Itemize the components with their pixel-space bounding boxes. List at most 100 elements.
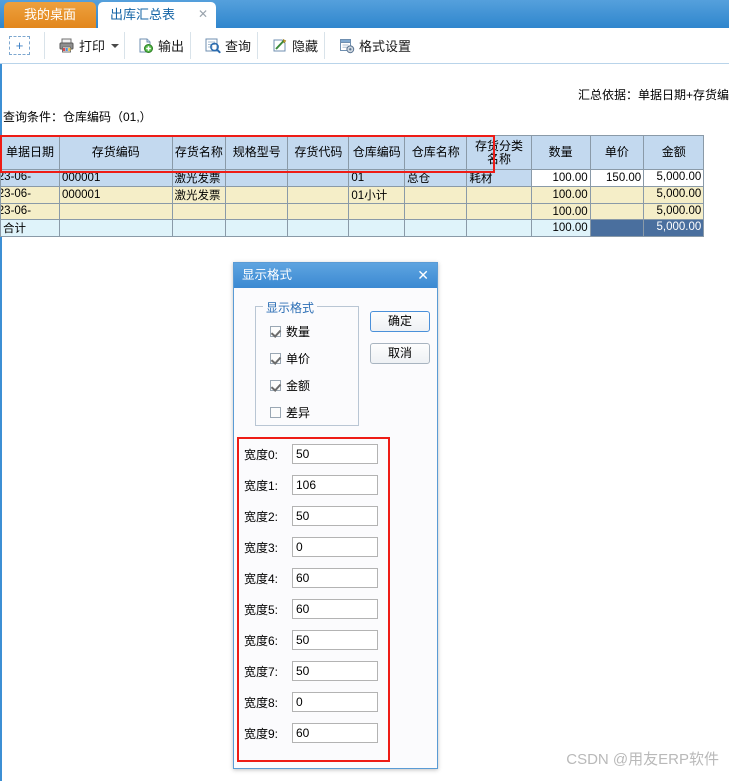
- cell-inventory-category-name[interactable]: [466, 219, 532, 237]
- width-4-input[interactable]: [292, 568, 378, 588]
- checkbox-amount[interactable]: 金额: [270, 377, 310, 394]
- col-header-inventory-barcode[interactable]: 存货代码: [287, 135, 350, 170]
- cell-unit-price[interactable]: [589, 203, 645, 220]
- cell-inventory-code[interactable]: [58, 203, 173, 220]
- width-3-input[interactable]: [292, 537, 378, 557]
- cell-spec-model[interactable]: [225, 169, 289, 187]
- cell-doc-date[interactable]: 2023-06-: [0, 169, 60, 187]
- col-header-inventory-category-name[interactable]: 存货分类名称: [466, 135, 532, 170]
- col-header-warehouse-name[interactable]: 仓库名称: [404, 135, 468, 170]
- cell-inventory-code[interactable]: [58, 219, 173, 237]
- cell-inventory-category-name[interactable]: 耗材: [466, 169, 532, 187]
- checkbox-variance[interactable]: 差异: [270, 404, 310, 421]
- export-button[interactable]: 输出: [131, 28, 190, 63]
- cell-warehouse-name[interactable]: 总仓: [404, 169, 468, 187]
- width-1-input[interactable]: [292, 475, 378, 495]
- cell-inventory-code[interactable]: 000001: [58, 186, 173, 204]
- cell-inventory-category-name[interactable]: [466, 203, 532, 220]
- width-6-label: 宽度6:: [244, 633, 279, 648]
- watermark-text: CSDN @用友ERP软件: [566, 751, 719, 768]
- col-header-unit-price[interactable]: 单价: [589, 135, 645, 170]
- col-header-inventory-code[interactable]: 存货编码: [58, 135, 173, 170]
- print-button[interactable]: 打印: [52, 28, 111, 63]
- cell-unit-price[interactable]: [589, 186, 645, 204]
- width-2-label: 宽度2:: [244, 509, 279, 524]
- cell-warehouse-code[interactable]: 01小计: [348, 186, 406, 204]
- cell-spec-model[interactable]: [225, 186, 289, 204]
- dialog-title-bar[interactable]: 显示格式 ✕: [234, 263, 437, 288]
- width-2-input[interactable]: [292, 506, 378, 526]
- printer-icon: [58, 37, 75, 54]
- checkbox-unit-price[interactable]: 单价: [270, 350, 310, 367]
- cell-inventory-name[interactable]: 激光发票: [171, 169, 227, 187]
- width-7-input[interactable]: [292, 661, 378, 681]
- close-icon[interactable]: ✕: [198, 2, 208, 27]
- cell-warehouse-code[interactable]: 01: [348, 169, 406, 187]
- cell-inventory-barcode[interactable]: [287, 186, 350, 204]
- width-6-input[interactable]: [292, 630, 378, 650]
- col-header-inventory-name[interactable]: 存货名称: [171, 135, 227, 170]
- grid-header-filler: [704, 136, 729, 170]
- ok-button[interactable]: 确定: [370, 311, 430, 332]
- col-header-doc-date[interactable]: 单据日期: [0, 135, 60, 170]
- cell-inventory-barcode[interactable]: [287, 219, 350, 237]
- cell-spec-model[interactable]: [225, 203, 289, 220]
- width-5-input[interactable]: [292, 599, 378, 619]
- query-button[interactable]: 查询: [198, 28, 257, 63]
- cell-doc-date[interactable]: 2023-06-: [0, 186, 60, 204]
- cell-inventory-barcode[interactable]: [287, 169, 350, 187]
- checkbox-quantity-label: 数量: [286, 325, 311, 339]
- cell-total-label[interactable]: 合计: [0, 219, 60, 237]
- checkbox-amount-box[interactable]: [270, 380, 281, 391]
- format-settings-button[interactable]: 格式设置: [332, 28, 417, 63]
- tab-my-desktop[interactable]: 我的桌面: [4, 2, 96, 28]
- hide-button[interactable]: 隐藏: [265, 28, 324, 63]
- print-dropdown-caret[interactable]: [111, 44, 119, 48]
- table-row-total[interactable]: 合计 100.00 5,000.00: [0, 219, 729, 237]
- col-header-warehouse-code[interactable]: 仓库编码: [348, 135, 406, 170]
- cell-quantity[interactable]: 100.00: [530, 219, 591, 237]
- cell-quantity[interactable]: 100.00: [530, 203, 591, 220]
- cell-warehouse-code[interactable]: [348, 203, 406, 220]
- cell-inventory-name[interactable]: [171, 219, 227, 237]
- width-field-row-9: 宽度9:: [244, 722, 384, 744]
- cell-inventory-code[interactable]: 000001: [58, 169, 173, 187]
- cancel-button[interactable]: 取消: [370, 343, 430, 364]
- cell-inventory-barcode[interactable]: [287, 203, 350, 220]
- width-9-input[interactable]: [292, 723, 378, 743]
- cell-amount[interactable]: 5,000.00: [643, 219, 705, 237]
- cell-amount[interactable]: 5,000.00: [643, 186, 705, 204]
- checkbox-quantity[interactable]: 数量: [270, 323, 310, 340]
- cell-amount[interactable]: 5,000.00: [643, 169, 705, 187]
- cell-spec-model[interactable]: [225, 219, 289, 237]
- cell-warehouse-name[interactable]: [404, 219, 468, 237]
- table-row[interactable]: 2023-06- 100.00 5,000.00: [0, 203, 729, 220]
- table-row[interactable]: 2023-06- 000001 激光发票 01 总仓 耗材 100.00 150…: [0, 169, 729, 187]
- cell-inventory-category-name[interactable]: [466, 186, 532, 204]
- col-header-spec-model[interactable]: 规格型号: [225, 135, 289, 170]
- checkbox-variance-box[interactable]: [270, 407, 281, 418]
- cell-inventory-name[interactable]: [171, 203, 227, 220]
- cell-unit-price-selected[interactable]: [589, 219, 645, 237]
- col-header-quantity[interactable]: 数量: [530, 135, 591, 170]
- tab-strip: 我的桌面 出库汇总表 ✕: [0, 0, 729, 28]
- tab-outbound-summary[interactable]: 出库汇总表 ✕: [98, 2, 216, 28]
- checkbox-unit-price-box[interactable]: [270, 353, 281, 364]
- cell-warehouse-code[interactable]: [348, 219, 406, 237]
- width-field-row-8: 宽度8:: [244, 691, 384, 713]
- cell-warehouse-name[interactable]: [404, 203, 468, 220]
- cell-amount[interactable]: 5,000.00: [643, 203, 705, 220]
- close-icon[interactable]: ✕: [417, 263, 429, 288]
- table-row[interactable]: 2023-06- 000001 激光发票 01小计 100.00 5,000.0…: [0, 186, 729, 204]
- cell-inventory-name[interactable]: 激光发票: [171, 186, 227, 204]
- cell-unit-price[interactable]: 150.00: [589, 169, 645, 187]
- width-0-input[interactable]: [292, 444, 378, 464]
- cell-doc-date[interactable]: 2023-06-: [0, 203, 60, 220]
- add-tab-button[interactable]: +: [9, 36, 30, 55]
- cell-quantity[interactable]: 100.00: [530, 169, 591, 187]
- checkbox-quantity-box[interactable]: [270, 326, 281, 337]
- cell-warehouse-name[interactable]: [404, 186, 468, 204]
- width-8-input[interactable]: [292, 692, 378, 712]
- cell-quantity[interactable]: 100.00: [530, 186, 591, 204]
- col-header-amount[interactable]: 金额: [643, 135, 705, 170]
